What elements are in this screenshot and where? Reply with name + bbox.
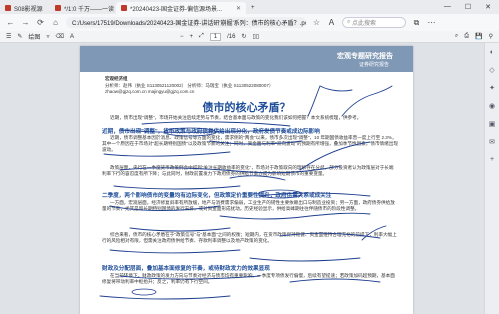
tools-icon[interactable]: ✦ — [489, 84, 495, 92]
two-page-icon[interactable]: ▯▯ — [253, 33, 260, 40]
home-icon[interactable]: ⌂ — [51, 18, 60, 27]
browser-tab-2[interactable]: */1:0 千万——一读 — [50, 2, 116, 14]
document-title: 债市的核心矛盾？ — [202, 102, 291, 114]
pin-icon[interactable]: ⚲ — [489, 33, 493, 40]
search-box[interactable]: ⌕ 点此搜索 — [342, 17, 406, 28]
pdf-toolbar: ☰ ✎ 绘图 ▿ ⌫ A − + ⤢ 1 /16 ↻ ▯▯ ⌕ ⎙ 💾 ⚲ — [0, 31, 499, 43]
section-heading-1: 近期，债市出现"调整"，货币政策与政府债券供给出现分化，政府发债节奏或成边际影响 — [102, 129, 320, 135]
shopping-icon[interactable]: ◇ — [489, 66, 494, 74]
address-bar-row: ← → ⟳ ⌂ C:/Users/17519/Downloads/2024042… — [0, 14, 499, 31]
url-field[interactable]: C:/Users/17519/Downloads/20240423-国金证券-讲… — [66, 17, 306, 28]
print-icon[interactable]: ⎙ — [464, 33, 469, 40]
settings-more-icon[interactable]: ⋯ — [427, 18, 436, 27]
search-placeholder: 点此搜索 — [352, 21, 377, 27]
browser-side-panel: ◐ ◇ ✦ ◉ ▣ ✉ + — [484, 43, 499, 314]
tab-label: S08影视源 — [14, 6, 43, 13]
page-total: /16 — [227, 33, 236, 40]
extensions-icon[interactable]: ⧉ — [412, 18, 421, 28]
rotate-icon[interactable]: ↻ — [241, 33, 246, 40]
author-heading: 宏观经济组 — [105, 76, 128, 81]
page-number-input[interactable]: 1 — [209, 32, 222, 41]
ink-stroke — [129, 227, 231, 232]
zoom-out-icon[interactable]: − — [180, 34, 184, 40]
ink-stroke — [113, 185, 241, 190]
body-paragraph-2: 政策层面，央行在一季度货币政策例会中提到"关注长期收益率的变化"，市场对于政策取… — [102, 165, 394, 176]
browser-tab-1[interactable]: S08影视源 — [0, 2, 50, 14]
ink-stroke — [219, 212, 371, 220]
minimize-icon[interactable]: — — [444, 3, 451, 11]
report-banner: 宏观专题研究报告 证券研究报告 — [80, 46, 413, 72]
draw-pen-icon[interactable]: ✎ — [17, 33, 22, 40]
ink-stroke — [249, 257, 361, 262]
ink-stroke — [319, 85, 353, 92]
copilot-icon[interactable]: ◐ — [490, 49, 494, 56]
maximize-icon[interactable]: ☐ — [465, 3, 471, 11]
ink-stroke — [109, 249, 241, 254]
window-controls: — ☐ ✕ — [444, 3, 499, 11]
browser-tab-strip: S08影视源 */1:0 千万——一读 *20240423-国金证券-偏信源场景… — [0, 0, 499, 14]
forward-icon[interactable]: → — [21, 18, 30, 27]
office-icon[interactable]: ▣ — [489, 120, 496, 128]
pdf-file-icon — [55, 5, 61, 11]
section-heading-2: 二季度，两个影响债市的变量均有边际变化，但政策定价重要性提升，政府供需关系或成关… — [102, 193, 332, 199]
banner-title: 宏观专题研究报告 — [337, 53, 393, 60]
save-icon[interactable]: 💾 — [475, 33, 482, 40]
zoom-in-icon[interactable]: + — [189, 34, 193, 40]
pdf-file-icon — [121, 5, 127, 11]
body-paragraph-1: 近期，债市调整基本因於消息、政策信号等方面的变化，需求侧的"两会"以来，债市多次… — [102, 135, 398, 152]
pdf-page[interactable]: 宏观专题研究报告 证券研究报告 宏观经济组 分析师：赵伟（执业 S1130521… — [80, 46, 413, 314]
ink-stroke — [99, 295, 231, 300]
back-icon[interactable]: ← — [6, 18, 15, 27]
tab-label: */1:0 千万——一读 — [64, 6, 115, 13]
body-paragraph-5: 在当前环境下，财政政策的发力方向与节奏对经济与债市均有重要影响，一季度专项债发行… — [102, 273, 395, 284]
highlight-icon[interactable]: ▿ — [46, 33, 49, 40]
ink-stroke — [141, 121, 291, 127]
close-window-icon[interactable]: ✕ — [485, 3, 491, 11]
pdf-file-icon — [5, 5, 11, 11]
url-text: C:/Users/17519/Downloads/20240423-国金证券-讲… — [72, 21, 306, 27]
browser-tab-3-active[interactable]: *20240423-国金证券-偏信源场景... ✕ — [116, 2, 246, 14]
fit-page-icon[interactable]: ⤢ — [199, 33, 204, 40]
new-tab-button[interactable]: + — [246, 2, 260, 14]
text-icon[interactable]: A — [70, 34, 74, 40]
add-sidebar-app-icon[interactable]: + — [490, 156, 494, 163]
body-paragraph-4: 综合来看，债市的核心矛盾在于"政策信号"与"基本面"之间的权衡；短期内，在货币政… — [102, 232, 397, 243]
outlook-icon[interactable]: ✉ — [489, 138, 495, 146]
favorite-star-icon[interactable]: ☆ — [312, 18, 321, 27]
intro-paragraph: 近期，债市出现"调整"，市场开始关注后续走势与节奏，结合基本面与政策的变化我们该… — [110, 115, 362, 120]
body-paragraph-3: 一方面，宏观层面，经济修复斜率有所放缓，地产与消费需求偏弱，工业生产的韧性主要依… — [102, 200, 395, 211]
find-icon[interactable]: ⌕ — [455, 33, 458, 40]
games-icon[interactable]: ◉ — [489, 102, 495, 110]
banner-subtitle: 证券研究报告 — [358, 62, 389, 68]
draw-label[interactable]: 绘图 — [28, 32, 40, 41]
ink-circle — [131, 288, 157, 296]
reading-view-icon[interactable]: Ａ — [327, 17, 336, 28]
emails-line: zhaow@gjzq.com.cn majingyu@gjzq.com.cn — [105, 89, 195, 94]
refresh-icon[interactable]: ⟳ — [36, 18, 45, 27]
section-heading-3: 财政及分配层面，叠加基本面修复的节奏，或待财政发力的效果显现 — [102, 266, 270, 272]
table-of-contents-icon[interactable]: ☰ — [6, 33, 11, 40]
close-tab-icon[interactable]: ✕ — [236, 5, 241, 12]
eraser-icon[interactable]: ⌫ — [55, 33, 63, 40]
tab-label: *20240423-国金证券-偏信源场景... — [130, 6, 223, 13]
